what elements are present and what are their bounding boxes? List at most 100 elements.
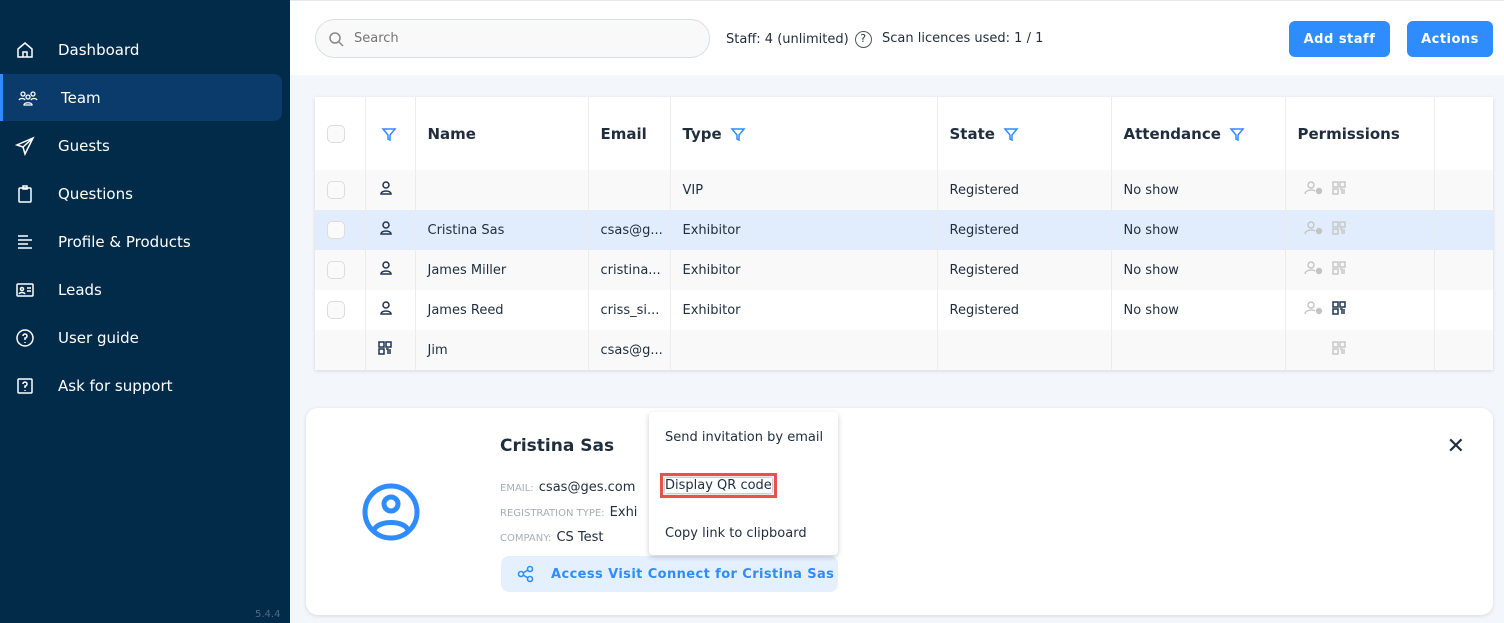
permissions-cell — [1285, 330, 1435, 370]
state-cell — [937, 330, 1112, 370]
help-square-icon — [17, 378, 33, 394]
staff-count-text: Staff: 4 (unlimited) — [726, 32, 849, 47]
menu-item-copy-link[interactable]: Copy link to clipboard — [665, 526, 807, 541]
permissions-cell — [1285, 210, 1435, 250]
table-row[interactable]: James Reed criss_si... Exhibitor Registe… — [315, 290, 1493, 330]
attendance-cell: No show — [1111, 210, 1286, 250]
actions-button[interactable]: Actions — [1407, 21, 1493, 57]
access-visit-connect-button[interactable]: Access Visit Connect for Cristina Sas — [501, 556, 838, 592]
home-icon — [17, 42, 33, 58]
sidebar: Dashboard Team Guests Questions Profile … — [0, 0, 290, 623]
state-cell: Registered — [937, 250, 1112, 290]
name-cell: Jim — [415, 330, 589, 370]
table-row[interactable]: Jim csas@g... — [315, 330, 1493, 370]
sidebar-item-user-guide[interactable]: User guide — [0, 315, 282, 361]
type-icon-cell — [365, 210, 416, 250]
sidebar-item-leads[interactable]: Leads — [0, 267, 282, 313]
column-header-state[interactable]: State — [937, 97, 1112, 170]
sidebar-item-dashboard[interactable]: Dashboard — [0, 27, 282, 73]
sidebar-item-profile-products[interactable]: Profile & Products — [0, 219, 282, 265]
row-checkbox[interactable] — [327, 221, 345, 239]
help-icon[interactable]: ? — [854, 31, 872, 48]
menu-item-display-qr-code[interactable]: Display QR code — [660, 473, 777, 498]
column-header-permissions: Permissions — [1285, 97, 1435, 170]
team-icon — [18, 90, 38, 106]
header-label: Type — [682, 124, 722, 143]
sidebar-item-guests[interactable]: Guests — [0, 123, 282, 169]
search-box[interactable] — [315, 19, 710, 58]
checkbox-cell — [315, 290, 366, 330]
qr-permission-icon[interactable] — [1331, 301, 1346, 315]
state-cell: Registered — [937, 170, 1112, 210]
clipboard-icon — [18, 185, 32, 203]
sidebar-item-label: Ask for support — [58, 377, 173, 395]
email-value: csas@ges.com — [538, 480, 636, 495]
person-icon — [379, 181, 392, 195]
state-cell: Registered — [937, 210, 1112, 250]
user-settings-icon[interactable] — [1303, 260, 1324, 276]
column-header-name[interactable]: Name — [415, 97, 589, 170]
column-header-email[interactable]: Email — [588, 97, 671, 170]
permissions-cell — [1285, 170, 1435, 210]
name-cell: James Miller — [415, 250, 589, 290]
user-settings-icon[interactable] — [1303, 180, 1324, 196]
row-checkbox[interactable] — [327, 181, 345, 199]
help-circle-icon — [16, 329, 34, 347]
attendance-cell: No show — [1111, 250, 1286, 290]
row-checkbox[interactable] — [327, 301, 345, 319]
email-cell: csas@g... — [588, 330, 671, 370]
column-header-attendance[interactable]: Attendance — [1111, 97, 1286, 170]
header-label: Attendance — [1123, 124, 1221, 143]
qr-permission-icon[interactable] — [1331, 221, 1346, 235]
sidebar-item-ask-for-support[interactable]: Ask for support — [0, 363, 282, 409]
version-label: 5.4.4 — [255, 609, 281, 620]
type-cell: VIP — [670, 170, 938, 210]
sidebar-item-questions[interactable]: Questions — [0, 171, 282, 217]
empty-header — [1434, 97, 1493, 170]
qr-permission-icon[interactable] — [1331, 181, 1346, 195]
topbar: Staff: 4 (unlimited)? Scan licences used… — [290, 0, 1504, 75]
checkbox-cell — [315, 170, 366, 210]
select-all-cell — [315, 97, 366, 170]
search-input[interactable] — [354, 31, 684, 46]
table-row[interactable]: Cristina Sas csas@g... Exhibitor Registe… — [315, 210, 1493, 250]
add-staff-button[interactable]: Add staff — [1289, 21, 1390, 57]
company-label: COMPANY: — [500, 533, 552, 544]
type-cell: Exhibitor — [670, 290, 938, 330]
staff-table: Name Email Type State Attendance Permiss… — [315, 97, 1493, 370]
filter-icon[interactable] — [1229, 126, 1245, 142]
email-cell: criss_si... — [588, 290, 671, 330]
staff-detail-panel: Cristina Sas EMAIL: csas@ges.com REGISTR… — [306, 408, 1493, 615]
type-cell: Exhibitor — [670, 210, 938, 250]
list-icon — [18, 235, 32, 249]
email-cell — [588, 170, 671, 210]
detail-name: Cristina Sas — [500, 436, 615, 456]
user-settings-icon[interactable] — [1303, 220, 1324, 236]
share-icon — [517, 565, 534, 583]
email-cell: csas@g... — [588, 210, 671, 250]
state-cell: Registered — [937, 290, 1112, 330]
access-label: Access Visit Connect for Cristina Sas — [551, 566, 835, 582]
user-avatar-icon — [362, 483, 420, 541]
table-row[interactable]: VIP Registered No show — [315, 170, 1493, 210]
attendance-cell: No show — [1111, 290, 1286, 330]
menu-item-send-invitation[interactable]: Send invitation by email — [665, 430, 823, 445]
name-cell: Cristina Sas — [415, 210, 589, 250]
row-checkbox[interactable] — [327, 261, 345, 279]
close-icon[interactable]: ✕ — [1447, 434, 1465, 459]
filter-icon[interactable] — [730, 126, 746, 142]
qr-permission-icon[interactable] — [1331, 341, 1346, 355]
empty-cell — [1434, 330, 1493, 370]
user-settings-icon[interactable] — [1303, 300, 1324, 316]
sidebar-item-team[interactable]: Team — [0, 74, 282, 121]
filter-icon[interactable] — [1003, 126, 1019, 142]
table-row[interactable]: James Miller cristina... Exhibitor Regis… — [315, 250, 1493, 290]
search-icon — [329, 31, 344, 47]
sidebar-item-label: Profile & Products — [58, 233, 191, 251]
column-header-type[interactable]: Type — [670, 97, 938, 170]
registration-type-value: Exhi — [609, 505, 638, 520]
qr-permission-icon[interactable] — [1331, 261, 1346, 275]
sidebar-item-label: Questions — [58, 185, 133, 203]
filter-icon[interactable] — [380, 126, 397, 142]
select-all-checkbox[interactable] — [327, 124, 345, 143]
